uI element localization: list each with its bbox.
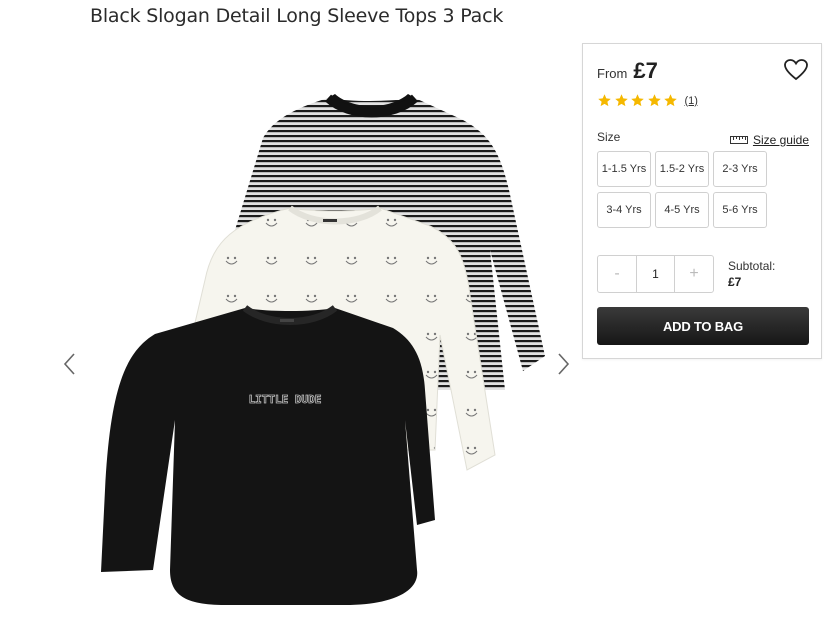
- product-gallery: LITTLE DUDE: [55, 70, 580, 625]
- review-count-link[interactable]: (1): [685, 95, 698, 107]
- size-option[interactable]: 1.5-2 Yrs: [655, 151, 709, 187]
- size-option[interactable]: 1-1.5 Yrs: [597, 151, 651, 187]
- heart-icon[interactable]: [783, 58, 809, 82]
- size-label: Size: [597, 130, 621, 144]
- star-rating: [597, 93, 680, 108]
- size-guide-link[interactable]: Size guide: [729, 133, 809, 147]
- size-options: 1-1.5 Yrs 1.5-2 Yrs 2-3 Yrs 3-4 Yrs 4-5 …: [597, 151, 767, 228]
- price-value: £7: [633, 58, 658, 83]
- subtotal-label: Subtotal:: [728, 259, 776, 273]
- star-icon: [614, 94, 628, 107]
- size-option[interactable]: 5-6 Yrs: [713, 192, 767, 228]
- star-icon: [631, 94, 644, 107]
- star-icon: [664, 94, 677, 107]
- black-top: [101, 305, 435, 605]
- shirt-print: LITTLE DUDE: [249, 393, 322, 406]
- star-icon: [598, 94, 611, 107]
- chevron-right-icon[interactable]: [553, 350, 573, 378]
- product-title: Black Slogan Detail Long Sleeve Tops 3 P…: [90, 5, 504, 27]
- purchase-panel: From £7 (1) Size Size guide 1-1.5 Yrs 1.…: [582, 43, 822, 359]
- price-row: From £7: [597, 58, 658, 84]
- size-option[interactable]: 2-3 Yrs: [713, 151, 767, 187]
- product-image: LITTLE DUDE: [101, 94, 545, 605]
- rating: (1): [597, 93, 698, 108]
- subtotal: Subtotal: £7: [728, 258, 775, 290]
- star-icon: [647, 94, 661, 107]
- quantity-input[interactable]: 1: [636, 256, 675, 292]
- from-label: From: [597, 66, 628, 81]
- quantity-decrease-button[interactable]: -: [598, 256, 636, 292]
- size-option[interactable]: 3-4 Yrs: [597, 192, 651, 228]
- add-to-bag-button[interactable]: ADD TO BAG: [597, 307, 809, 345]
- quantity-increase-button[interactable]: +: [675, 256, 713, 292]
- chevron-left-icon[interactable]: [60, 350, 80, 378]
- subtotal-value: £7: [728, 275, 742, 289]
- ruler-icon: [729, 136, 748, 144]
- quantity-stepper: - 1 +: [597, 255, 714, 293]
- size-option[interactable]: 4-5 Yrs: [655, 192, 709, 228]
- size-guide-label: Size guide: [752, 133, 809, 147]
